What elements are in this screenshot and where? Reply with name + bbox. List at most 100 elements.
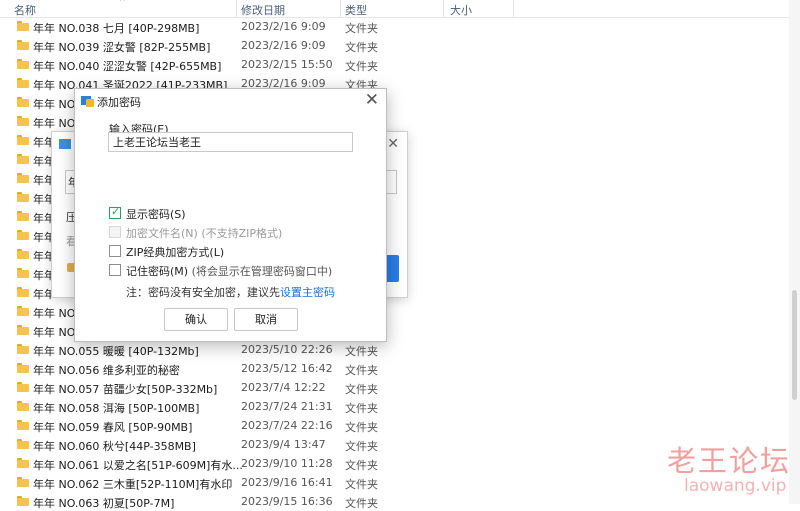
remember-password-label: 记住密码(M) (将会显示在管理密码窗口中) bbox=[126, 265, 333, 278]
table-row[interactable]: 年年 NO.059 春风 [50P-90MB] 2023/7/24 22:16 文件… bbox=[0, 416, 800, 435]
folder-icon bbox=[17, 420, 29, 430]
file-type: 文件夹 bbox=[345, 459, 378, 472]
folder-icon bbox=[17, 458, 29, 468]
close-icon[interactable]: ✕ bbox=[387, 136, 399, 152]
cancel-button[interactable]: 取消 bbox=[234, 308, 298, 331]
folder-icon bbox=[17, 287, 29, 297]
folder-icon bbox=[17, 363, 29, 373]
folder-icon bbox=[17, 382, 29, 392]
folder-icon bbox=[17, 344, 29, 354]
table-row[interactable]: 年年 NO.056 维多利亚的秘密 2023/5/12 16:42 文件夹 bbox=[0, 359, 800, 378]
file-type: 文件夹 bbox=[345, 22, 378, 35]
file-date: 2023/9/15 16:36 bbox=[241, 495, 333, 508]
column-divider[interactable] bbox=[513, 0, 514, 17]
file-date: 2023/2/15 15:50 bbox=[241, 58, 333, 71]
folder-icon bbox=[17, 249, 29, 259]
folder-icon bbox=[17, 401, 29, 411]
close-icon[interactable]: ✕ bbox=[365, 90, 379, 110]
file-date: 2023/9/10 11:28 bbox=[241, 457, 333, 470]
folder-icon bbox=[17, 211, 29, 221]
file-type: 文件夹 bbox=[345, 440, 378, 453]
file-date: 2023/9/4 13:47 bbox=[241, 438, 326, 451]
file-type: 文件夹 bbox=[345, 345, 378, 358]
table-row[interactable]: 年年 NO.038 七月 [40P-298MB] 2023/2/16 9:09 文件… bbox=[0, 17, 800, 36]
show-password-checkbox[interactable] bbox=[109, 205, 121, 219]
encrypt-filenames-checkbox bbox=[109, 226, 121, 238]
file-date: 2023/2/16 9:09 bbox=[241, 39, 326, 52]
file-name: 年年 NO.060 秋兮[44P-358MB] bbox=[33, 440, 196, 453]
zip-classic-checkbox[interactable] bbox=[109, 245, 121, 257]
file-name: 年年 NO.039 涩女警 [82P-255MB] bbox=[33, 41, 211, 54]
show-password-label: 显示密码(S) bbox=[126, 208, 186, 221]
column-divider[interactable] bbox=[443, 0, 444, 17]
vertical-scrollbar[interactable] bbox=[789, 0, 800, 504]
dialog-title: 添加密码 bbox=[97, 96, 141, 109]
archive-icon bbox=[81, 94, 95, 107]
file-date: 2023/7/24 22:16 bbox=[241, 419, 333, 432]
folder-icon bbox=[17, 97, 29, 107]
file-type: 文件夹 bbox=[345, 364, 378, 377]
file-name: 年年 NO bbox=[33, 117, 76, 130]
folder-icon bbox=[17, 496, 29, 506]
add-password-dialog: 添加密码 ✕ 输入密码(E) 上老王论坛当老王 显示密码(S) 加密文件名(N)… bbox=[74, 88, 387, 342]
watermark-logo: 老王论坛 bbox=[667, 444, 792, 478]
folder-icon bbox=[17, 230, 29, 240]
column-size[interactable]: 大小 bbox=[450, 2, 472, 18]
folder-icon bbox=[17, 21, 29, 31]
watermark-url: laowang.vip bbox=[684, 476, 787, 496]
confirm-button[interactable]: 确认 bbox=[164, 308, 228, 331]
folder-icon bbox=[17, 268, 29, 278]
file-name: 年年 NO bbox=[33, 98, 76, 111]
folder-icon bbox=[17, 59, 29, 69]
column-header-bar: ^ 名称 修改日期 类型 大小 bbox=[0, 0, 800, 18]
folder-icon bbox=[17, 325, 29, 335]
column-divider[interactable] bbox=[340, 0, 341, 17]
file-name: 年年 NO.062 三木重[52P-110M]有水印 bbox=[33, 478, 233, 491]
column-type[interactable]: 类型 bbox=[345, 2, 367, 18]
file-name: 年年 NO.059 春风 [50P-90MB] bbox=[33, 421, 193, 434]
password-input[interactable]: 上老王论坛当老王 bbox=[108, 132, 353, 152]
file-name: 年年 NO.058 洱海 [50P-100MB] bbox=[33, 402, 200, 415]
file-name: 年年 NO.056 维多利亚的秘密 bbox=[33, 364, 180, 377]
column-name[interactable]: 名称 bbox=[14, 2, 36, 18]
table-row[interactable]: 年年 NO.063 初夏[50P-7M] 2023/9/15 16:36 文件夹 bbox=[0, 492, 800, 511]
file-type: 文件夹 bbox=[345, 478, 378, 491]
file-type: 文件夹 bbox=[345, 421, 378, 434]
file-type: 文件夹 bbox=[345, 60, 378, 73]
file-name: 年年 NO.038 七月 [40P-298MB] bbox=[33, 22, 200, 35]
file-date: 2023/7/4 12:22 bbox=[241, 381, 326, 394]
file-date: 2023/9/16 16:41 bbox=[241, 476, 333, 489]
security-hint: 注：密码没有安全加密，建议先设置主密码 bbox=[126, 284, 335, 300]
folder-icon bbox=[17, 135, 29, 145]
file-type: 文件夹 bbox=[345, 402, 378, 415]
table-row[interactable]: 年年 NO.058 洱海 [50P-100MB] 2023/7/24 21:31 文… bbox=[0, 397, 800, 416]
folder-icon bbox=[17, 78, 29, 88]
dialog-titlebar[interactable]: 添加密码 ✕ bbox=[75, 89, 386, 113]
table-row[interactable]: 年年 NO.039 涩女警 [82P-255MB] 2023/2/16 9:09 文… bbox=[0, 36, 800, 55]
app-icon bbox=[59, 139, 71, 149]
column-date[interactable]: 修改日期 bbox=[241, 2, 285, 18]
file-name: 年年 NO.040 涩涩女警 [42P-655MB] bbox=[33, 60, 222, 73]
encrypt-filenames-label: 加密文件名(N) (不支持ZIP格式) bbox=[126, 227, 283, 240]
file-name: 年年 NO bbox=[33, 326, 76, 339]
folder-icon bbox=[17, 173, 29, 183]
file-name: 年年 NO.061 以爱之名[51P-609M]有水... bbox=[33, 459, 243, 472]
scrollbar-thumb[interactable] bbox=[792, 290, 797, 400]
hint-text: 注：密码没有安全加密，建议先 bbox=[126, 286, 280, 299]
folder-icon bbox=[17, 154, 29, 164]
table-row[interactable]: 年年 NO.040 涩涩女警 [42P-655MB] 2023/2/15 15:5… bbox=[0, 55, 800, 74]
zip-classic-label: ZIP经典加密方式(L) bbox=[126, 246, 225, 259]
file-type: 文件夹 bbox=[345, 41, 378, 54]
remember-password-checkbox[interactable] bbox=[109, 264, 121, 276]
table-row[interactable]: 年年 NO.055 暖暖 [40P-132Mb] 2023/5/10 22:26 文… bbox=[0, 340, 800, 359]
table-row[interactable]: 年年 NO.057 苗疆少女[50P-332Mb] 2023/7/4 12:22 文… bbox=[0, 378, 800, 397]
folder-icon bbox=[17, 192, 29, 202]
file-type: 文件夹 bbox=[345, 497, 378, 510]
column-divider[interactable] bbox=[236, 0, 237, 17]
folder-icon bbox=[17, 306, 29, 316]
file-name: 年年 NO.063 初夏[50P-7M] bbox=[33, 497, 175, 510]
set-master-password-link[interactable]: 设置主密码 bbox=[280, 286, 335, 299]
folder-icon bbox=[17, 40, 29, 50]
folder-icon bbox=[17, 477, 29, 487]
folder-icon bbox=[17, 439, 29, 449]
